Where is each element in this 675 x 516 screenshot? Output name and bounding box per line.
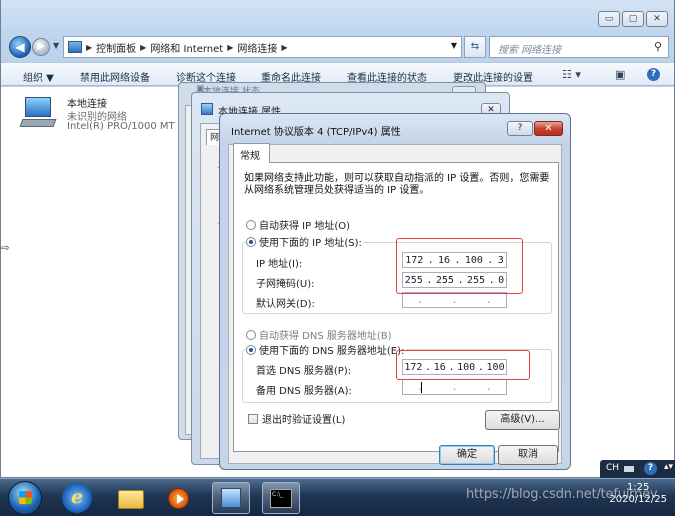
- view-options-icon[interactable]: ☷ ▾: [562, 68, 581, 81]
- maximize-button[interactable]: ▢: [622, 11, 644, 27]
- address-dropdown-icon[interactable]: ▼: [451, 41, 457, 50]
- help-icon[interactable]: ?: [647, 68, 660, 81]
- breadcrumb-network-connections[interactable]: 网络连接: [237, 40, 277, 55]
- validate-on-exit-checkbox[interactable]: 退出时验证设置(L): [248, 411, 345, 426]
- dns-auto-radio[interactable]: 自动获得 DNS 服务器地址(B): [246, 327, 392, 342]
- watermark-text: https://blog.csdn.net/tefuirnev: [466, 487, 658, 502]
- language-help-icon[interactable]: ?: [644, 462, 657, 475]
- general-tab-page: 如果网络支持此功能，则可以获取自动指派的 IP 设置。否则，您需要从网络系统管理…: [233, 162, 560, 452]
- dns-manual-label: 使用下面的 DNS 服务器地址(E):: [259, 346, 405, 357]
- description-text: 如果网络支持此功能，则可以获取自动指派的 IP 设置。否则，您需要从网络系统管理…: [244, 173, 550, 196]
- file-explorer-icon[interactable]: [116, 483, 146, 513]
- breadcrumb-network-internet[interactable]: 网络和 Internet: [150, 40, 223, 55]
- radio-unchecked-icon: [246, 219, 256, 230]
- ip-auto-label: 自动获得 IP 地址(O): [259, 221, 351, 232]
- media-player-icon[interactable]: [164, 483, 194, 513]
- radio-unchecked-icon: [246, 329, 256, 340]
- ip-address-label: IP 地址(I):: [256, 259, 303, 270]
- dialog-title: Internet 协议版本 4 (TCP/IPv4) 属性: [231, 127, 401, 138]
- search-icon[interactable]: ⚲: [654, 40, 662, 53]
- dns-highlight-box: [396, 350, 530, 380]
- language-bar: CH ? ▴▾: [600, 460, 675, 478]
- breadcrumb-separator-icon: ▶: [281, 42, 288, 52]
- connection-device: Intel(R) PRO/1000 MT I: [67, 121, 181, 132]
- network-adapter-icon: [19, 97, 57, 129]
- search-placeholder: 搜索 网络连接: [498, 45, 562, 56]
- organize-menu[interactable]: 组织 ▼: [23, 69, 54, 84]
- tab-general[interactable]: 常规: [233, 143, 270, 163]
- cancel-button[interactable]: 取消: [498, 445, 558, 465]
- default-gateway-label: 默认网关(D):: [256, 299, 315, 310]
- dialog-close-button[interactable]: ✕: [534, 121, 563, 136]
- ok-button[interactable]: 确定: [439, 445, 495, 465]
- preferred-dns-label: 首选 DNS 服务器(P):: [256, 366, 352, 377]
- resize-cursor-icon: ⇨: [1, 243, 10, 254]
- search-box[interactable]: 搜索 网络连接 ⚲: [489, 36, 669, 58]
- text-caret: [421, 382, 422, 393]
- address-bar[interactable]: ▶ 控制面板 ▶ 网络和 Internet ▶ 网络连接 ▶ ▼: [63, 36, 462, 58]
- alternate-dns-input[interactable]: ...: [402, 379, 507, 395]
- forward-button[interactable]: ▶: [32, 38, 50, 56]
- subnet-mask-label: 子网掩码(U):: [256, 279, 315, 290]
- properties-dialog-icon: [201, 103, 213, 115]
- radio-checked-icon: [246, 344, 256, 355]
- ip-auto-radio[interactable]: 自动获得 IP 地址(O): [246, 217, 350, 232]
- control-panel-icon: [68, 41, 82, 53]
- ip-manual-radio[interactable]: 使用下面的 IP 地址(S):: [246, 234, 364, 249]
- command-prompt-icon[interactable]: C:\_: [262, 482, 300, 514]
- language-indicator[interactable]: CH: [606, 463, 619, 473]
- recent-pages-dropdown[interactable]: ▼: [53, 41, 59, 50]
- ip-highlight-box: [396, 238, 523, 294]
- ipv4-properties-dialog: Internet 协议版本 4 (TCP/IPv4) 属性 ? ✕ 常规 如果网…: [219, 113, 571, 470]
- ip-manual-label: 使用下面的 IP 地址(S):: [259, 238, 362, 249]
- language-bar-options-icon[interactable]: ▴▾: [664, 462, 673, 472]
- back-button[interactable]: ◀: [9, 36, 31, 58]
- breadcrumb-separator-icon: ▶: [86, 42, 93, 52]
- advanced-button[interactable]: 高级(V)...: [485, 410, 560, 430]
- dns-auto-label: 自动获得 DNS 服务器地址(B): [259, 331, 392, 342]
- window-controls: ▭ ▢ ✕: [598, 11, 668, 27]
- dns-manual-radio[interactable]: 使用下面的 DNS 服务器地址(E):: [246, 342, 407, 357]
- default-gateway-input[interactable]: ...: [402, 292, 507, 308]
- refresh-button[interactable]: ⇆: [464, 36, 486, 58]
- dialog-help-button[interactable]: ?: [507, 121, 533, 136]
- radio-checked-icon: [246, 236, 256, 247]
- list-item-local-connection[interactable]: 本地连接 未识别的网络 Intel(R) PRO/1000 MT I: [19, 95, 186, 139]
- breadcrumb-separator-icon: ▶: [227, 42, 234, 52]
- alternate-dns-label: 备用 DNS 服务器(A):: [256, 386, 352, 397]
- close-button[interactable]: ✕: [646, 11, 668, 27]
- breadcrumb-control-panel[interactable]: 控制面板: [96, 40, 136, 55]
- internet-explorer-icon[interactable]: e: [62, 483, 92, 513]
- disable-device-button[interactable]: 禁用此网络设备: [80, 69, 150, 84]
- validate-on-exit-label: 退出时验证设置(L): [262, 415, 346, 426]
- keyboard-icon[interactable]: [624, 466, 634, 472]
- preview-pane-icon[interactable]: ▣: [615, 68, 625, 81]
- minimize-button[interactable]: ▭: [598, 11, 620, 27]
- start-button[interactable]: [8, 481, 42, 515]
- checkbox-unchecked-icon: [248, 413, 258, 424]
- network-connections-taskbar-icon[interactable]: [212, 482, 250, 514]
- address-row: ◀ ▶ ▼ ▶ 控制面板 ▶ 网络和 Internet ▶ 网络连接 ▶ ▼ ⇆…: [1, 35, 674, 59]
- breadcrumb-separator-icon: ▶: [140, 42, 147, 52]
